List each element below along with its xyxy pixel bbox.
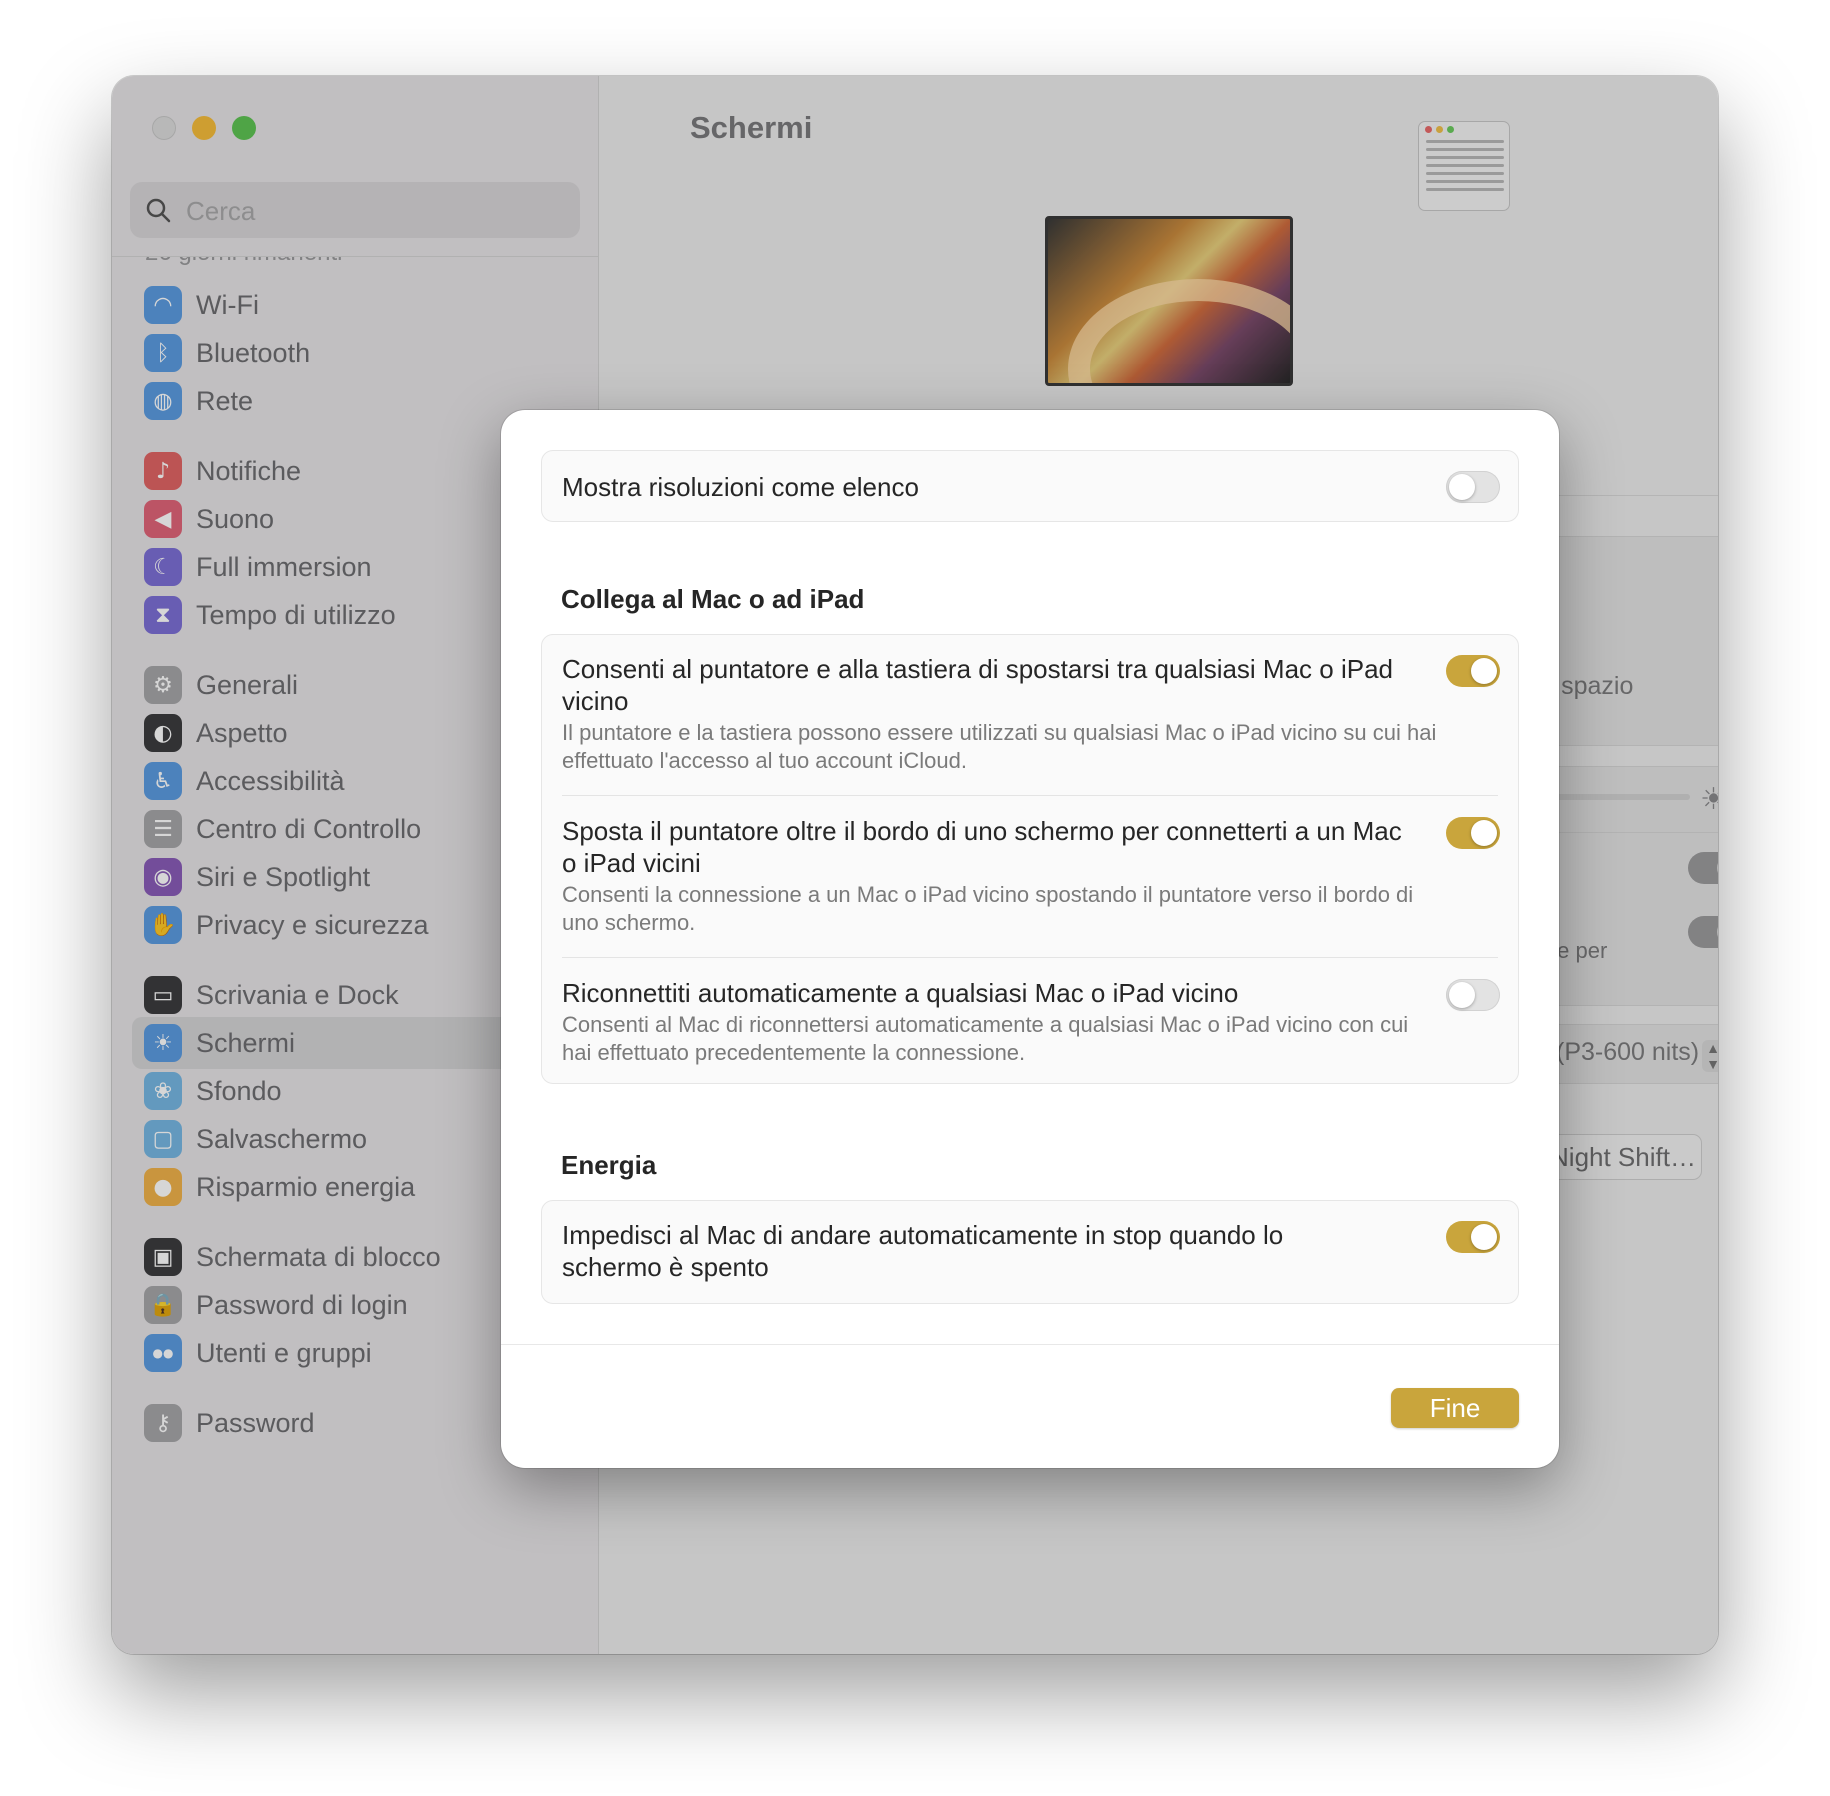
done-button[interactable]: Fine	[1391, 1388, 1519, 1428]
link-group: Consenti al puntatore e alla tastiera di…	[541, 634, 1519, 1084]
sheet-layer: Mostra risoluzioni come elenco Collega a…	[112, 76, 1718, 1654]
push-through-edge-desc: Consenti la connessione a un Mac o iPad …	[562, 882, 1414, 935]
sheet-footer-divider	[501, 1344, 1559, 1345]
energy-group: Impedisci al Mac di andare automaticamen…	[541, 1200, 1519, 1304]
link-section-title: Collega al Mac o ad iPad	[561, 584, 865, 614]
row-divider	[562, 957, 1498, 958]
show-list-label: Mostra risoluzioni come elenco	[562, 472, 919, 502]
pointer-keyboard-title: Consenti al puntatore e alla tastiera di…	[562, 654, 1393, 716]
row-divider	[562, 795, 1498, 796]
auto-reconnect-toggle[interactable]	[1446, 979, 1500, 1011]
auto-reconnect-desc: Consenti al Mac di riconnettersi automat…	[562, 1012, 1409, 1065]
prevent-sleep-title: Impedisci al Mac di andare automaticamen…	[562, 1220, 1284, 1282]
prevent-sleep-toggle[interactable]	[1446, 1221, 1500, 1253]
push-through-edge-title: Sposta il puntatore oltre il bordo di un…	[562, 816, 1402, 878]
pointer-keyboard-toggle[interactable]	[1446, 655, 1500, 687]
show-list-group: Mostra risoluzioni come elenco	[541, 450, 1519, 522]
advanced-display-sheet: Mostra risoluzioni come elenco Collega a…	[501, 410, 1559, 1468]
show-list-toggle[interactable]	[1446, 471, 1500, 503]
energy-section-title: Energia	[561, 1150, 657, 1180]
auto-reconnect-title: Riconnettiti automaticamente a qualsiasi…	[562, 978, 1239, 1008]
pointer-keyboard-desc: Il puntatore e la tastiera possono esser…	[562, 720, 1437, 773]
push-through-edge-toggle[interactable]	[1446, 817, 1500, 849]
